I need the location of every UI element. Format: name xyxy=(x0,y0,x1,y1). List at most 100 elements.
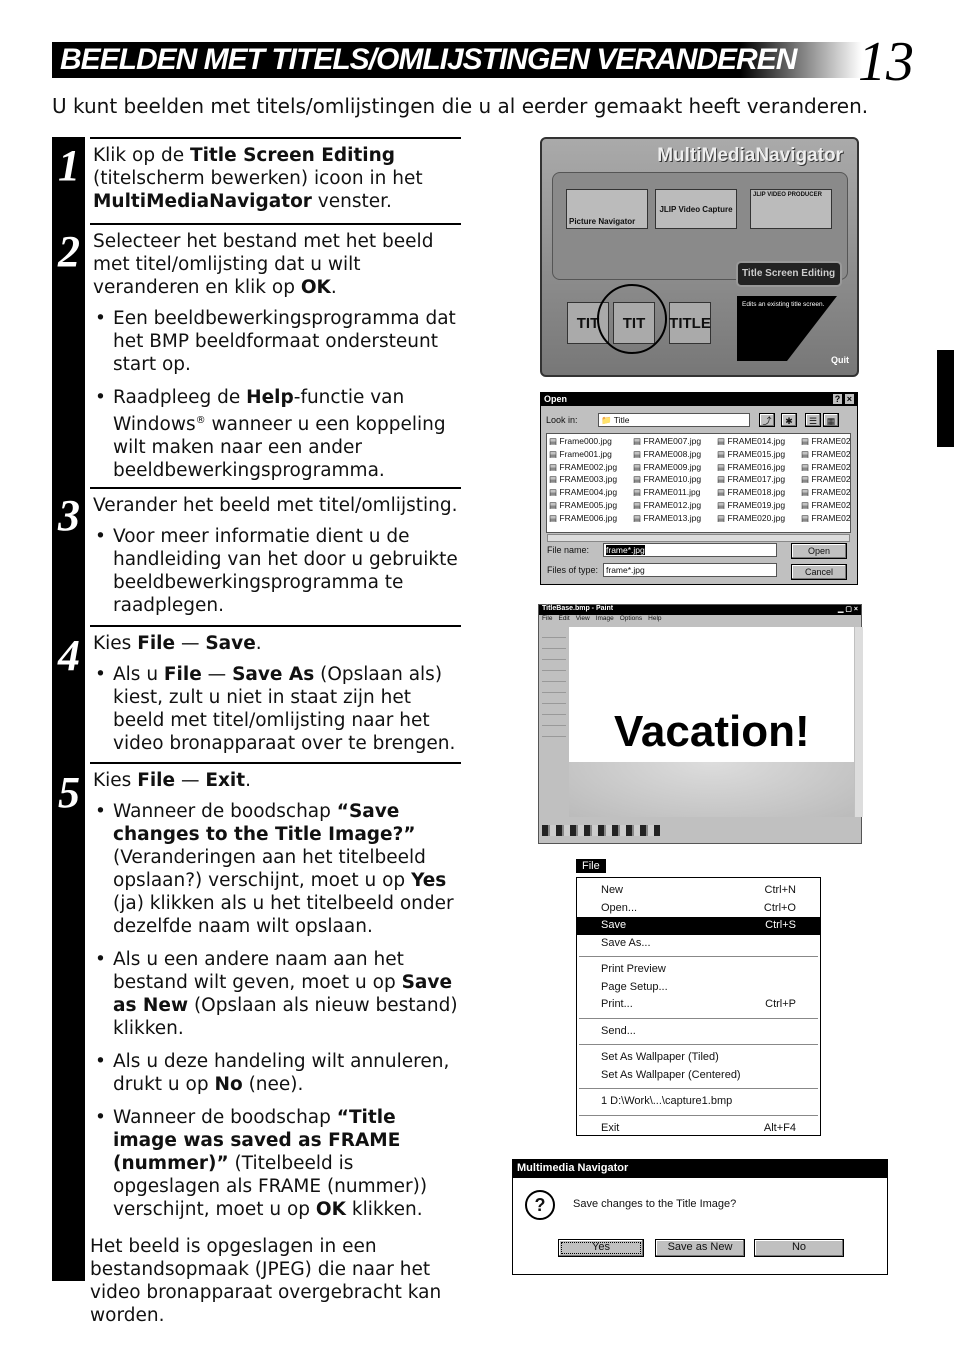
file-item[interactable]: ▤ FRAME018.jpg xyxy=(717,487,801,500)
open-button[interactable]: Open xyxy=(791,543,847,559)
menu-item[interactable]: Print Preview xyxy=(577,961,820,979)
help-button[interactable]: ? xyxy=(832,394,843,404)
horizontal-scrollbar[interactable] xyxy=(547,534,850,542)
color-palette[interactable] xyxy=(542,825,660,836)
multimedia-navigator-window: MultiMediaNavigator Picture Navigator JL… xyxy=(540,137,859,377)
title-frame-button[interactable]: TITLE xyxy=(669,302,711,344)
file-name-input[interactable]: frame*.jpg xyxy=(603,543,777,557)
file-item[interactable]: ▤ FRAME004.jpg xyxy=(549,487,633,500)
file-icon: ▤ xyxy=(717,461,726,472)
file-item[interactable]: ▤ FRAME017.jpg xyxy=(717,474,801,487)
file-item[interactable]: ▤ FRAME002.jpg xyxy=(549,462,633,475)
file-item[interactable]: ▤ FRAME007.jpg xyxy=(633,436,717,449)
vertical-scrollbar[interactable] xyxy=(855,627,863,817)
file-item[interactable]: ▤ FRAME005.jpg xyxy=(549,500,633,513)
bullet: Raadpleeg de Help-functie van Windows® w… xyxy=(93,386,461,482)
file-item[interactable]: ▤ Frame001.jpg xyxy=(549,449,633,462)
function-label: Title Screen Editing xyxy=(736,261,842,287)
highlight-circle xyxy=(597,284,667,354)
step-number: 2 xyxy=(58,227,80,276)
window-controls[interactable]: ▁ ▢ × xyxy=(838,605,858,615)
menu-separator xyxy=(579,1044,818,1045)
menu-item[interactable]: Print... Ctrl+P xyxy=(577,996,820,1014)
file-item[interactable]: ▤ FRAME008.jpg xyxy=(633,449,717,462)
file-item[interactable]: ▤ FRAME015.jpg xyxy=(717,449,801,462)
file-item[interactable]: ▤ FRAME013.jpg xyxy=(633,513,717,526)
menu-item[interactable]: 1 D:\Work\...\capture1.bmp xyxy=(577,1093,820,1111)
file-item[interactable]: ▤ FRAME02 xyxy=(801,513,850,526)
step-4: Kies File — Save. Als u File — Save As (… xyxy=(90,625,461,765)
file-type-select[interactable]: frame*.jpg xyxy=(603,563,777,577)
menu-item[interactable]: Open... Ctrl+O xyxy=(577,900,820,918)
tool-box[interactable] xyxy=(542,627,566,747)
close-button[interactable]: × xyxy=(844,394,854,404)
cancel-button[interactable]: Cancel xyxy=(791,564,847,580)
video-producer-button[interactable]: JLIP VIDEO PRODUCER xyxy=(750,189,832,229)
step-number: 3 xyxy=(58,491,80,540)
step-number: 4 xyxy=(58,631,80,680)
file-item[interactable]: ▤ FRAME009.jpg xyxy=(633,462,717,475)
file-item[interactable]: ▤ FRAME02 xyxy=(801,500,850,513)
look-in-select[interactable]: 📁 Title xyxy=(598,413,750,427)
no-button[interactable]: No xyxy=(754,1239,844,1257)
step-1: Klik op de Title Screen Editing (titelsc… xyxy=(90,137,461,221)
menu-image[interactable]: Image xyxy=(596,615,614,622)
file-icon: ▤ xyxy=(633,487,642,498)
beach xyxy=(569,762,854,817)
file-item[interactable]: ▤ FRAME02 xyxy=(801,436,850,449)
file-item[interactable]: ▤ FRAME010.jpg xyxy=(633,474,717,487)
menu-item[interactable]: Send... xyxy=(577,1023,820,1041)
menu-item[interactable]: Save As... xyxy=(577,935,820,953)
details-view-icon[interactable]: ▦ xyxy=(823,413,839,427)
menu-help[interactable]: Help xyxy=(648,615,661,622)
file-icon: ▤ xyxy=(717,512,726,523)
menu-item[interactable]: Set As Wallpaper (Tiled) xyxy=(577,1049,820,1067)
file-item[interactable]: ▤ FRAME012.jpg xyxy=(633,500,717,513)
menu-item[interactable]: Page Setup... xyxy=(577,979,820,997)
look-in-label: Look in: xyxy=(546,415,578,425)
page-title: BEELDEN MET TITELS/OMLIJSTINGEN VERANDER… xyxy=(60,43,797,76)
file-item[interactable]: ▤ FRAME02 xyxy=(801,474,850,487)
file-item[interactable]: ▤ FRAME02 xyxy=(801,462,850,475)
file-item[interactable]: ▤ FRAME016.jpg xyxy=(717,462,801,475)
file-item[interactable]: ▤ FRAME014.jpg xyxy=(717,436,801,449)
file-menu-title[interactable]: File xyxy=(576,859,606,873)
menu-edit[interactable]: Edit xyxy=(558,615,569,622)
file-item[interactable]: ▤ Frame000.jpg xyxy=(549,436,633,449)
menu-item[interactable]: Set As Wallpaper (Centered) xyxy=(577,1067,820,1085)
file-icon: ▤ xyxy=(633,461,642,472)
file-item[interactable]: ▤ FRAME006.jpg xyxy=(549,513,633,526)
menu-file[interactable]: File xyxy=(542,615,552,622)
menu-item[interactable]: Save Ctrl+S xyxy=(577,917,820,935)
file-icon: ▤ xyxy=(801,474,810,485)
dialog-title: Open xyxy=(544,394,568,404)
new-folder-icon[interactable]: ✱ xyxy=(781,413,797,427)
file-item[interactable]: ▤ FRAME011.jpg xyxy=(633,487,717,500)
file-list[interactable]: ▤ Frame000.jpg ▤ Frame001.jpg ▤ FRAME002.j… xyxy=(546,433,851,533)
menu-item[interactable]: New Ctrl+N xyxy=(577,882,820,900)
step-bar xyxy=(52,137,85,1281)
menu-item[interactable]: Exit Alt+F4 xyxy=(577,1120,820,1138)
list-view-icon[interactable]: ☰ xyxy=(805,413,821,427)
save-as-new-button[interactable]: Save as New xyxy=(655,1239,745,1257)
file-item[interactable]: ▤ FRAME003.jpg xyxy=(549,474,633,487)
bullet: Wanneer de boodschap “Title image was sa… xyxy=(93,1106,461,1221)
video-capture-button[interactable]: JLIP Video Capture xyxy=(655,189,737,229)
menu-options[interactable]: Options xyxy=(620,615,642,622)
image-canvas[interactable]: Vacation! xyxy=(569,627,854,817)
file-item[interactable]: ▤ FRAME02 xyxy=(801,449,850,462)
picture-navigator-button[interactable]: Picture Navigator xyxy=(566,189,648,229)
file-item[interactable]: ▤ FRAME019.jpg xyxy=(717,500,801,513)
file-icon: ▤ xyxy=(549,512,558,523)
file-item[interactable]: ▤ FRAME020.jpg xyxy=(717,513,801,526)
menu-separator xyxy=(579,1088,818,1089)
menu-view[interactable]: View xyxy=(576,615,590,622)
yes-button[interactable]: Yes xyxy=(558,1239,644,1257)
step-number: 1 xyxy=(58,141,80,190)
file-type-label: Files of type: xyxy=(547,565,599,575)
up-folder-icon[interactable]: ⤴ xyxy=(759,413,775,427)
quit-button[interactable]: Quit xyxy=(831,355,849,365)
file-item[interactable]: ▤ FRAME02 xyxy=(801,487,850,500)
file-icon: ▤ xyxy=(633,448,642,459)
file-icon: ▤ xyxy=(549,487,558,498)
